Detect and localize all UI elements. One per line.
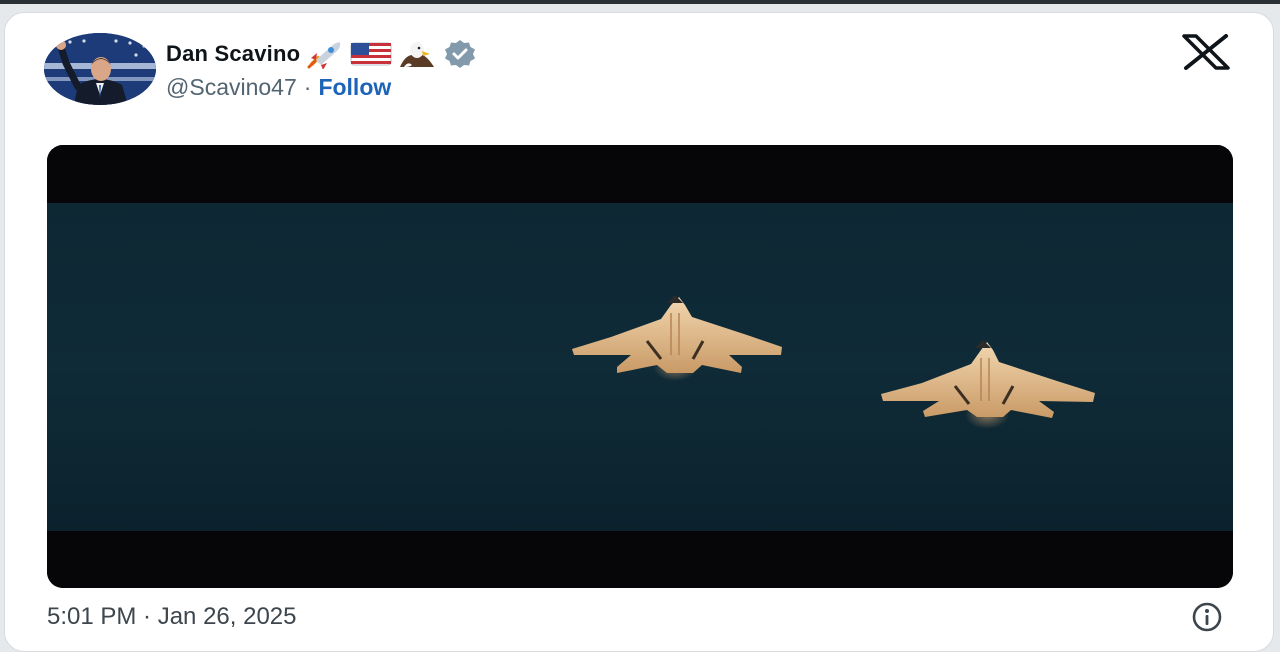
author-avatar[interactable] [44,33,156,105]
rocket-emoji [307,42,341,69]
tweet-footer: 5:01 PM · Jan 26, 2025 [47,601,297,633]
follow-button[interactable]: Follow [318,74,391,101]
eagle-emoji [400,42,435,67]
author-handle-row: @Scavino47 · Follow [166,72,391,102]
video-player[interactable] [47,145,1233,588]
x-logo-icon[interactable] [1180,34,1232,70]
verified-badge-icon [445,40,476,68]
info-icon[interactable] [1187,601,1227,633]
tweet-timestamp[interactable]: 5:01 PM · Jan 26, 2025 [47,603,297,631]
window-top-bar [0,0,1280,4]
us-flag-emoji [350,42,392,66]
author-name-row: Dan Scavino [166,38,478,70]
name-emojis [304,39,478,69]
author-handle[interactable]: @Scavino47 [166,74,297,101]
separator-dot: · [303,73,312,100]
author-display-name[interactable]: Dan Scavino [166,41,300,67]
